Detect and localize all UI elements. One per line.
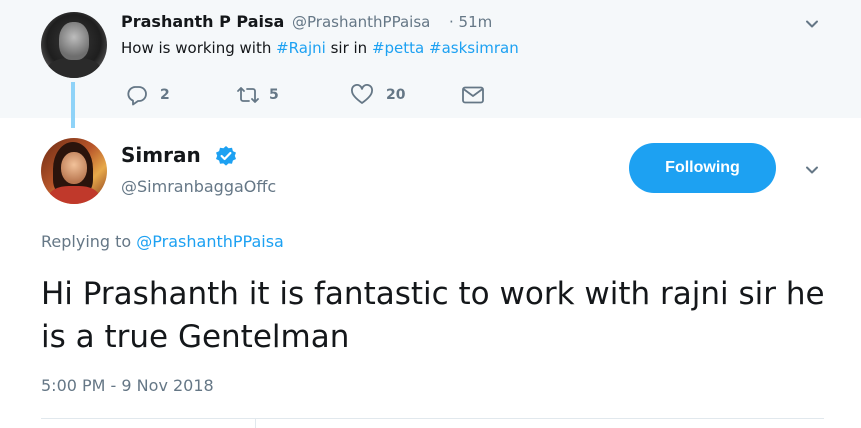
- parent-author-handle[interactable]: @PrashanthPPaisa: [292, 13, 430, 31]
- avatar-face: [59, 22, 89, 60]
- reply-icon: [126, 84, 148, 106]
- verified-badge-icon: [215, 145, 237, 167]
- following-button[interactable]: Following: [629, 143, 776, 193]
- hashtag-asksimran[interactable]: #asksimran: [429, 39, 519, 57]
- avatar-body: [47, 58, 101, 78]
- parent-tweet-text: How is working with #Rajni sir in #petta…: [121, 39, 519, 57]
- tweet-text: Hi Prashanth it is fantastic to work wit…: [41, 276, 825, 355]
- stats-divider: [255, 419, 256, 428]
- avatar[interactable]: [41, 12, 107, 78]
- retweet-button[interactable]: 5: [235, 84, 279, 106]
- author-handle[interactable]: @SimranbaggaOffc: [121, 177, 276, 196]
- hashtag-rajni[interactable]: #Rajni: [276, 39, 326, 57]
- replying-to: Replying to @PrashanthPPaisa: [41, 232, 284, 251]
- replying-to-label: Replying to: [41, 232, 137, 251]
- reply-button[interactable]: 2: [126, 84, 170, 106]
- divider: [41, 418, 824, 419]
- hashtag-petta[interactable]: #petta: [372, 39, 424, 57]
- thread-connector-line: [71, 82, 75, 128]
- chevron-down-icon[interactable]: [805, 17, 819, 31]
- like-button[interactable]: 20: [350, 84, 405, 106]
- author-name[interactable]: Simran: [121, 143, 201, 167]
- chevron-down-icon[interactable]: [805, 163, 819, 177]
- tweet-timestamp[interactable]: 5:00 PM - 9 Nov 2018: [41, 376, 214, 395]
- like-count: 20: [386, 87, 406, 103]
- avatar-face: [61, 152, 87, 184]
- parent-text-prefix: How is working with: [121, 39, 277, 57]
- direct-message-button[interactable]: [461, 84, 485, 106]
- avatar[interactable]: [41, 138, 107, 204]
- avatar-dress: [49, 186, 99, 204]
- replying-to-handle-link[interactable]: @PrashanthPPaisa: [136, 232, 284, 251]
- parent-author-name[interactable]: Prashanth P Paisa: [121, 12, 284, 31]
- envelope-icon: [461, 84, 485, 106]
- reply-count: 2: [160, 87, 170, 103]
- retweet-icon: [235, 84, 261, 106]
- parent-text-middle: sir in: [325, 39, 372, 57]
- heart-icon: [350, 84, 374, 106]
- retweet-count: 5: [269, 87, 279, 103]
- parent-tweet-time[interactable]: · 51m: [449, 13, 492, 31]
